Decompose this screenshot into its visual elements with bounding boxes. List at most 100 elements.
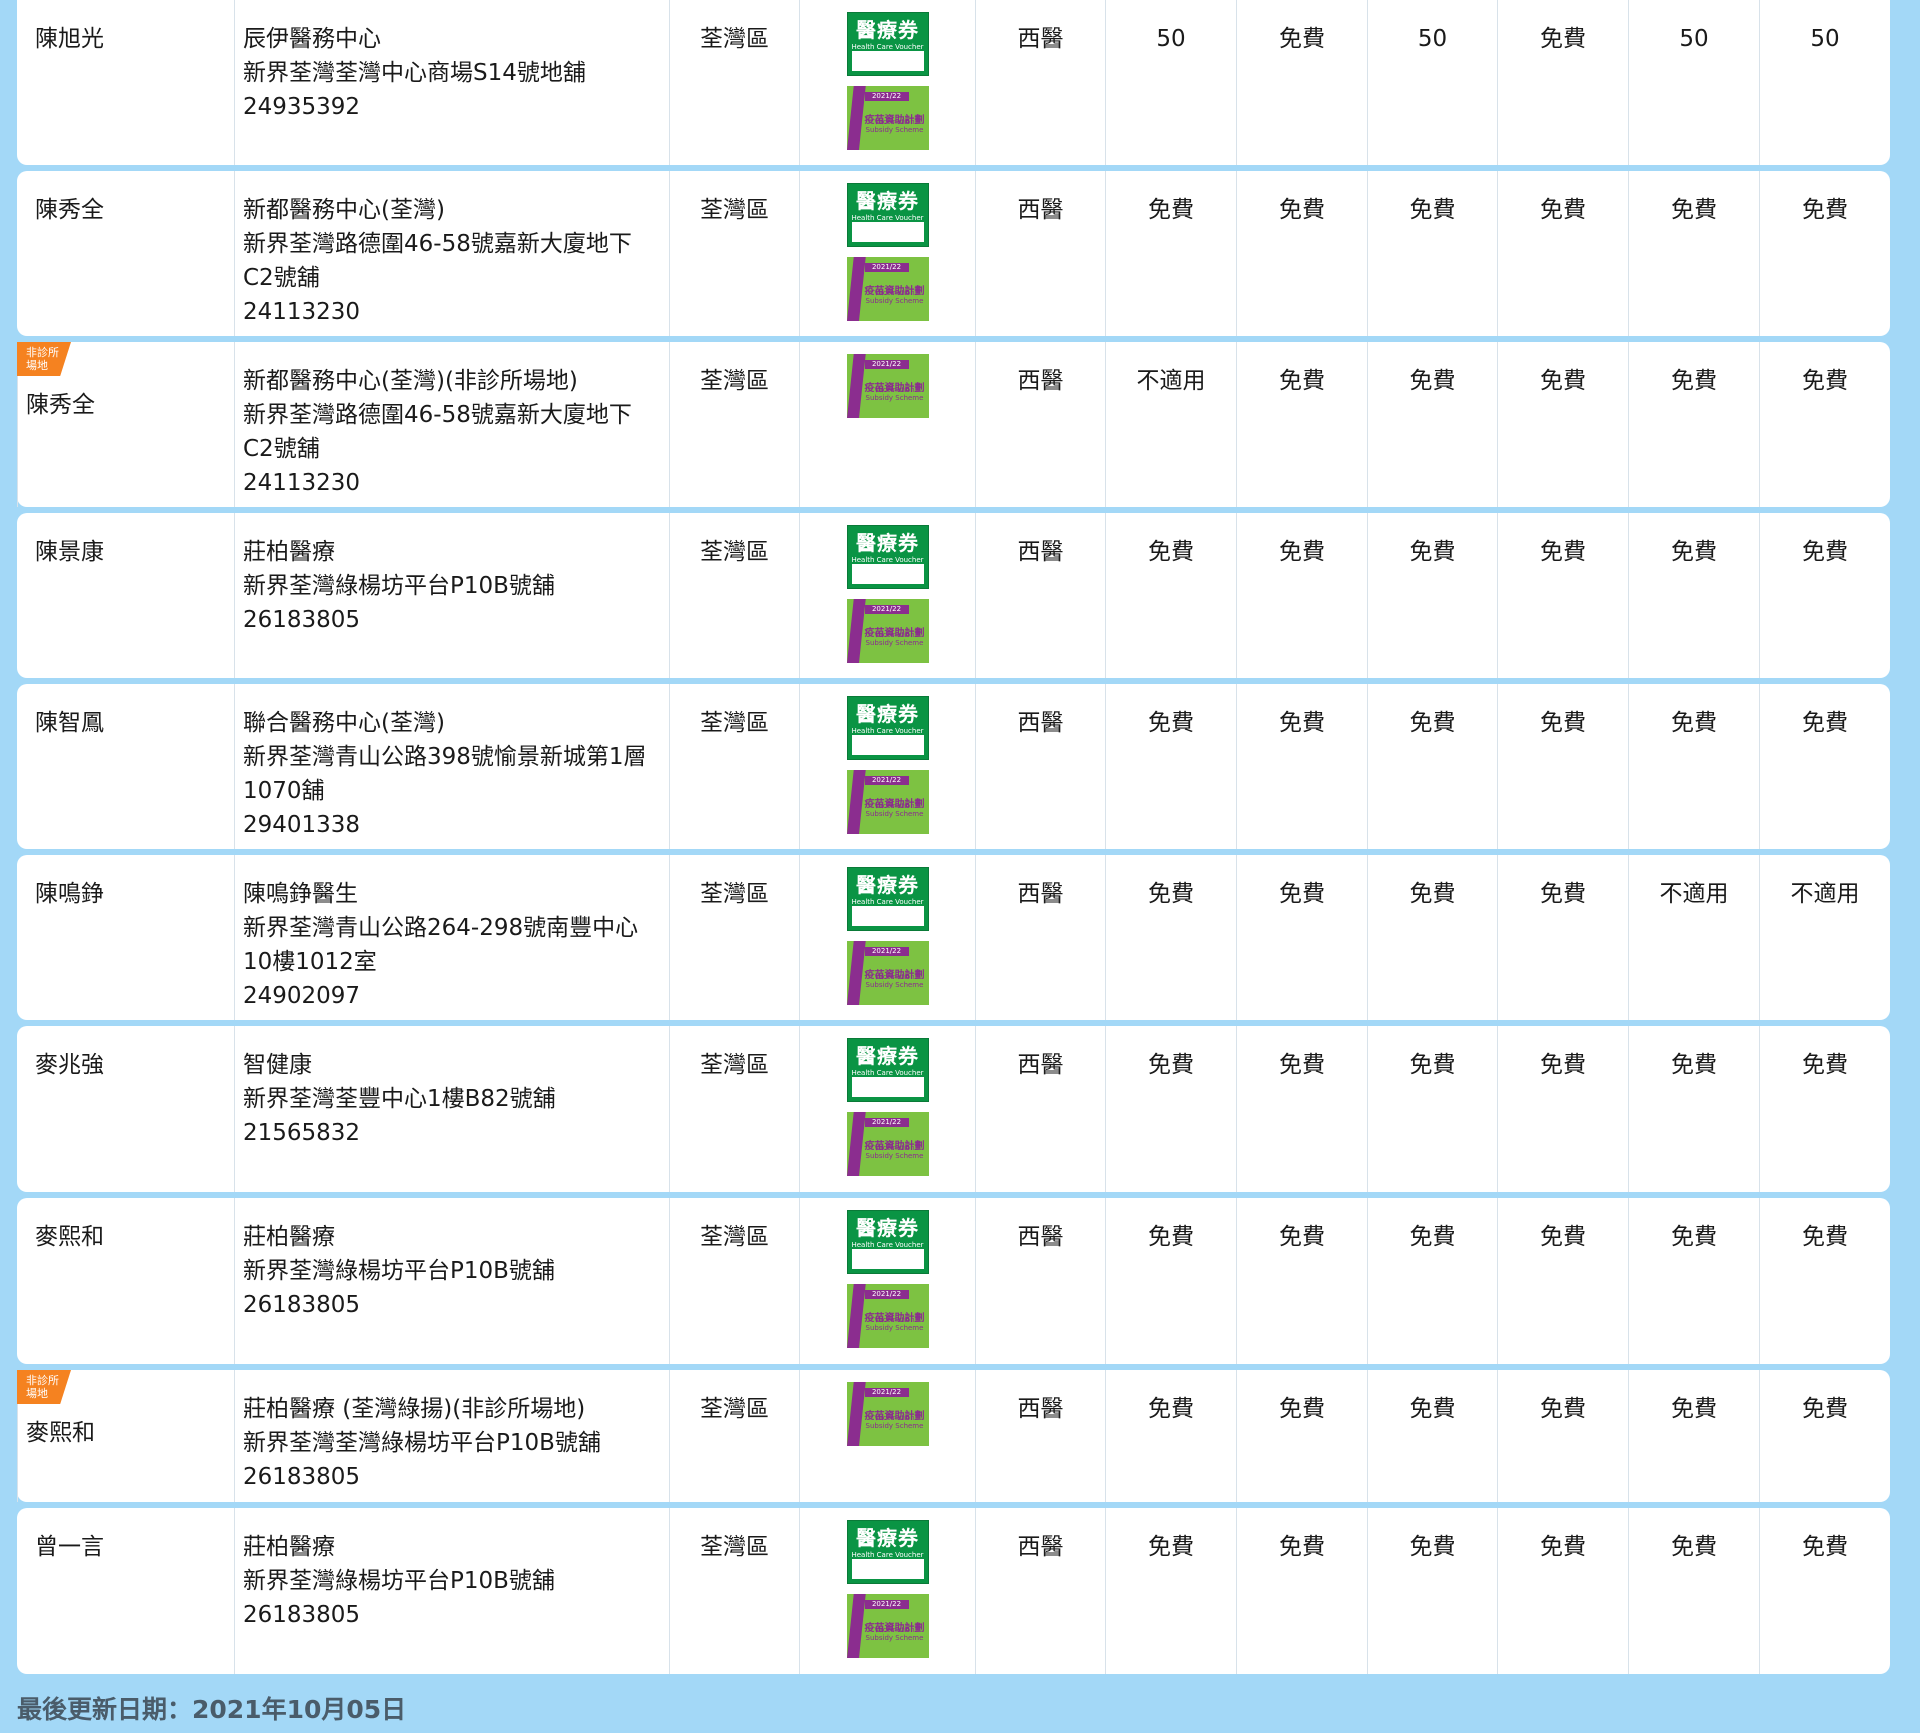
- service-type-cell: 西醫: [975, 513, 1105, 678]
- clinic-detail: 24902097: [243, 983, 361, 1009]
- service-type-cell: 西醫: [975, 342, 1105, 507]
- fee-cell: 免費: [1105, 1508, 1236, 1674]
- badge-line: 非診所: [26, 1374, 59, 1387]
- last-updated: 最後更新日期：2021年10月05日: [17, 1695, 407, 1724]
- vss-subtitle-line: Subsidy Scheme: [865, 1422, 924, 1430]
- clinic-cell: 新都醫務中心(荃灣)(非診所場地) 新界荃灣路德圍46-58號嘉新大廈地下 C2號舖…: [234, 342, 669, 507]
- vss-subtitle: Vaccination Subsidy Scheme: [861, 631, 929, 647]
- hcv-title: 醫療券: [856, 1216, 919, 1240]
- vaccination-subsidy-logo: 2021/22 疫苗資助計劃 Vaccination Subsidy Scheme: [846, 86, 929, 150]
- clinic-name: 莊柏醫療: [243, 1224, 335, 1250]
- fee-cell: 不適用: [1759, 855, 1890, 1020]
- health-care-voucher-logo: 醫療券 Health Care Voucher: [846, 12, 929, 76]
- clinic-name: 新都醫務中心(荃灣): [243, 197, 445, 223]
- clinic-cell: 莊柏醫療 新界荃灣綠楊坊平台P10B號舖 26183805: [234, 513, 669, 678]
- fee-cell: 免費: [1236, 855, 1367, 1020]
- fee-cell: 免費: [1759, 1198, 1890, 1364]
- fee-cell: 不適用: [1628, 855, 1759, 1020]
- vss-subtitle-line: Vaccination: [874, 1626, 915, 1634]
- fee-cell: 免費: [1236, 1026, 1367, 1192]
- fee-cell: 50: [1105, 0, 1236, 165]
- doctor-name: 陳秀全: [35, 197, 104, 223]
- fee-cell: 免費: [1628, 1026, 1759, 1192]
- doctor-cell: 陳旭光: [17, 0, 234, 165]
- fee-cell: 免費: [1236, 684, 1367, 849]
- scheme-cell: 2021/22 疫苗資助計劃 Vaccination Subsidy Scheme: [799, 342, 975, 507]
- table-row: 陳景康 莊柏醫療 新界荃灣綠楊坊平台P10B號舖 26183805 荃灣區 醫療券 Heal…: [17, 513, 1890, 678]
- hcv-title: 醫療券: [856, 873, 919, 897]
- vaccination-subsidy-logo: 2021/22 疫苗資助計劃 Vaccination Subsidy Scheme: [846, 1594, 929, 1658]
- fee-cell: 免費: [1105, 1198, 1236, 1364]
- district-cell: 荃灣區: [669, 684, 799, 849]
- health-care-voucher-logo: 醫療券 Health Care Voucher: [846, 1520, 929, 1584]
- vss-subtitle-line: Vaccination: [874, 1316, 915, 1324]
- fee-cell: 免費: [1497, 1508, 1628, 1674]
- vss-subtitle: Vaccination Subsidy Scheme: [861, 386, 929, 402]
- fee-cell: 免費: [1105, 855, 1236, 1020]
- vss-year: 2021/22: [864, 947, 909, 956]
- fee-cell: 免費: [1759, 684, 1890, 849]
- doctor-name: 麥熙和: [35, 1224, 104, 1250]
- hcv-subtitle: Health Care Voucher: [851, 1069, 924, 1077]
- hcv-subtitle: Health Care Voucher: [851, 1551, 924, 1559]
- fee-cell: 免費: [1367, 342, 1497, 507]
- clinic-detail: 24935392: [243, 94, 361, 120]
- fee-cell: 50: [1628, 0, 1759, 165]
- clinic-detail: 新界荃灣路德圍46-58號嘉新大廈地下: [243, 231, 632, 257]
- doctor-name: 陳智鳳: [35, 710, 104, 736]
- clinic-detail: 26183805: [243, 1602, 361, 1628]
- vaccination-subsidy-logo: 2021/22 疫苗資助計劃 Vaccination Subsidy Scheme: [846, 941, 929, 1005]
- hcv-title: 醫療券: [856, 1526, 919, 1550]
- vss-subtitle-line: Vaccination: [874, 1414, 915, 1422]
- clinic-detail: C2號舖: [243, 436, 320, 462]
- fee-cell: 免費: [1628, 1508, 1759, 1674]
- scheme-cell: 醫療券 Health Care Voucher 2021/22 疫苗資助計劃 Vacci…: [799, 1026, 975, 1192]
- district-cell: 荃灣區: [669, 513, 799, 678]
- scheme-cell: 醫療券 Health Care Voucher 2021/22 疫苗資助計劃 Vacci…: [799, 0, 975, 165]
- clinic-cell: 智健康 新界荃灣荃豐中心1樓B82號舖 21565832: [234, 1026, 669, 1192]
- clinic-detail: 新界荃灣綠楊坊平台P10B號舖: [243, 573, 555, 599]
- fee-cell: 免費: [1759, 1508, 1890, 1674]
- vss-subtitle-line: Subsidy Scheme: [865, 981, 924, 989]
- service-type-cell: 西醫: [975, 0, 1105, 165]
- scheme-cell: 醫療券 Health Care Voucher 2021/22 疫苗資助計劃 Vacci…: [799, 1198, 975, 1364]
- hcv-title: 醫療券: [856, 702, 919, 726]
- table-row: 麥兆強 智健康 新界荃灣荃豐中心1樓B82號舖 21565832 荃灣區 醫療券 Healt…: [17, 1026, 1890, 1192]
- district-cell: 荃灣區: [669, 855, 799, 1020]
- clinic-detail: 新界荃灣綠楊坊平台P10B號舖: [243, 1258, 555, 1284]
- vss-subtitle: Vaccination Subsidy Scheme: [861, 118, 929, 134]
- fee-cell: 免費: [1367, 171, 1497, 336]
- badge-line: 場地: [26, 1387, 48, 1400]
- doctor-cell: 曾一言: [17, 1508, 234, 1674]
- badge-line: 非診所: [26, 346, 59, 359]
- clinic-name: 莊柏醫療 (荃灣綠揚)(非診所場地): [243, 1396, 586, 1422]
- scheme-cell: 醫療券 Health Care Voucher 2021/22 疫苗資助計劃 Vacci…: [799, 1508, 975, 1674]
- vss-year: 2021/22: [864, 1290, 909, 1299]
- fee-cell: 免費: [1628, 684, 1759, 849]
- clinic-detail: 新界荃灣青山公路398號愉景新城第1層: [243, 744, 647, 770]
- vaccination-subsidy-logo: 2021/22 疫苗資助計劃 Vaccination Subsidy Scheme: [846, 1382, 929, 1446]
- clinic-name: 辰伊醫務中心: [243, 26, 381, 52]
- fee-cell: 免費: [1367, 1508, 1497, 1674]
- hcv-subtitle: Health Care Voucher: [851, 1241, 924, 1249]
- hcv-subtitle: Health Care Voucher: [851, 43, 924, 51]
- vss-subtitle-line: Vaccination: [874, 631, 915, 639]
- fee-cell: 免費: [1236, 342, 1367, 507]
- vss-year: 2021/22: [864, 360, 909, 369]
- fee-cell: 免費: [1497, 342, 1628, 507]
- vss-subtitle-line: Subsidy Scheme: [865, 1152, 924, 1160]
- vss-year: 2021/22: [864, 1118, 909, 1127]
- doctor-name: 麥兆強: [35, 1052, 104, 1078]
- health-care-voucher-logo: 醫療券 Health Care Voucher: [846, 1038, 929, 1102]
- vss-subtitle-line: Subsidy Scheme: [865, 297, 924, 305]
- clinic-detail: 26183805: [243, 607, 361, 633]
- vss-subtitle-line: Subsidy Scheme: [865, 1324, 924, 1332]
- doctor-cell: 陳景康: [17, 513, 234, 678]
- fee-cell: 免費: [1105, 684, 1236, 849]
- table-row: 陳鳴錚 陳鳴錚醫生 新界荃灣青山公路264-298號南豐中心 10樓1012室 2490…: [17, 855, 1890, 1020]
- vss-subtitle: Vaccination Subsidy Scheme: [861, 1414, 929, 1430]
- fee-cell: 免費: [1367, 1026, 1497, 1192]
- fee-cell: 50: [1759, 0, 1890, 165]
- doctor-name: 陳景康: [35, 539, 104, 565]
- vss-year: 2021/22: [864, 1388, 909, 1397]
